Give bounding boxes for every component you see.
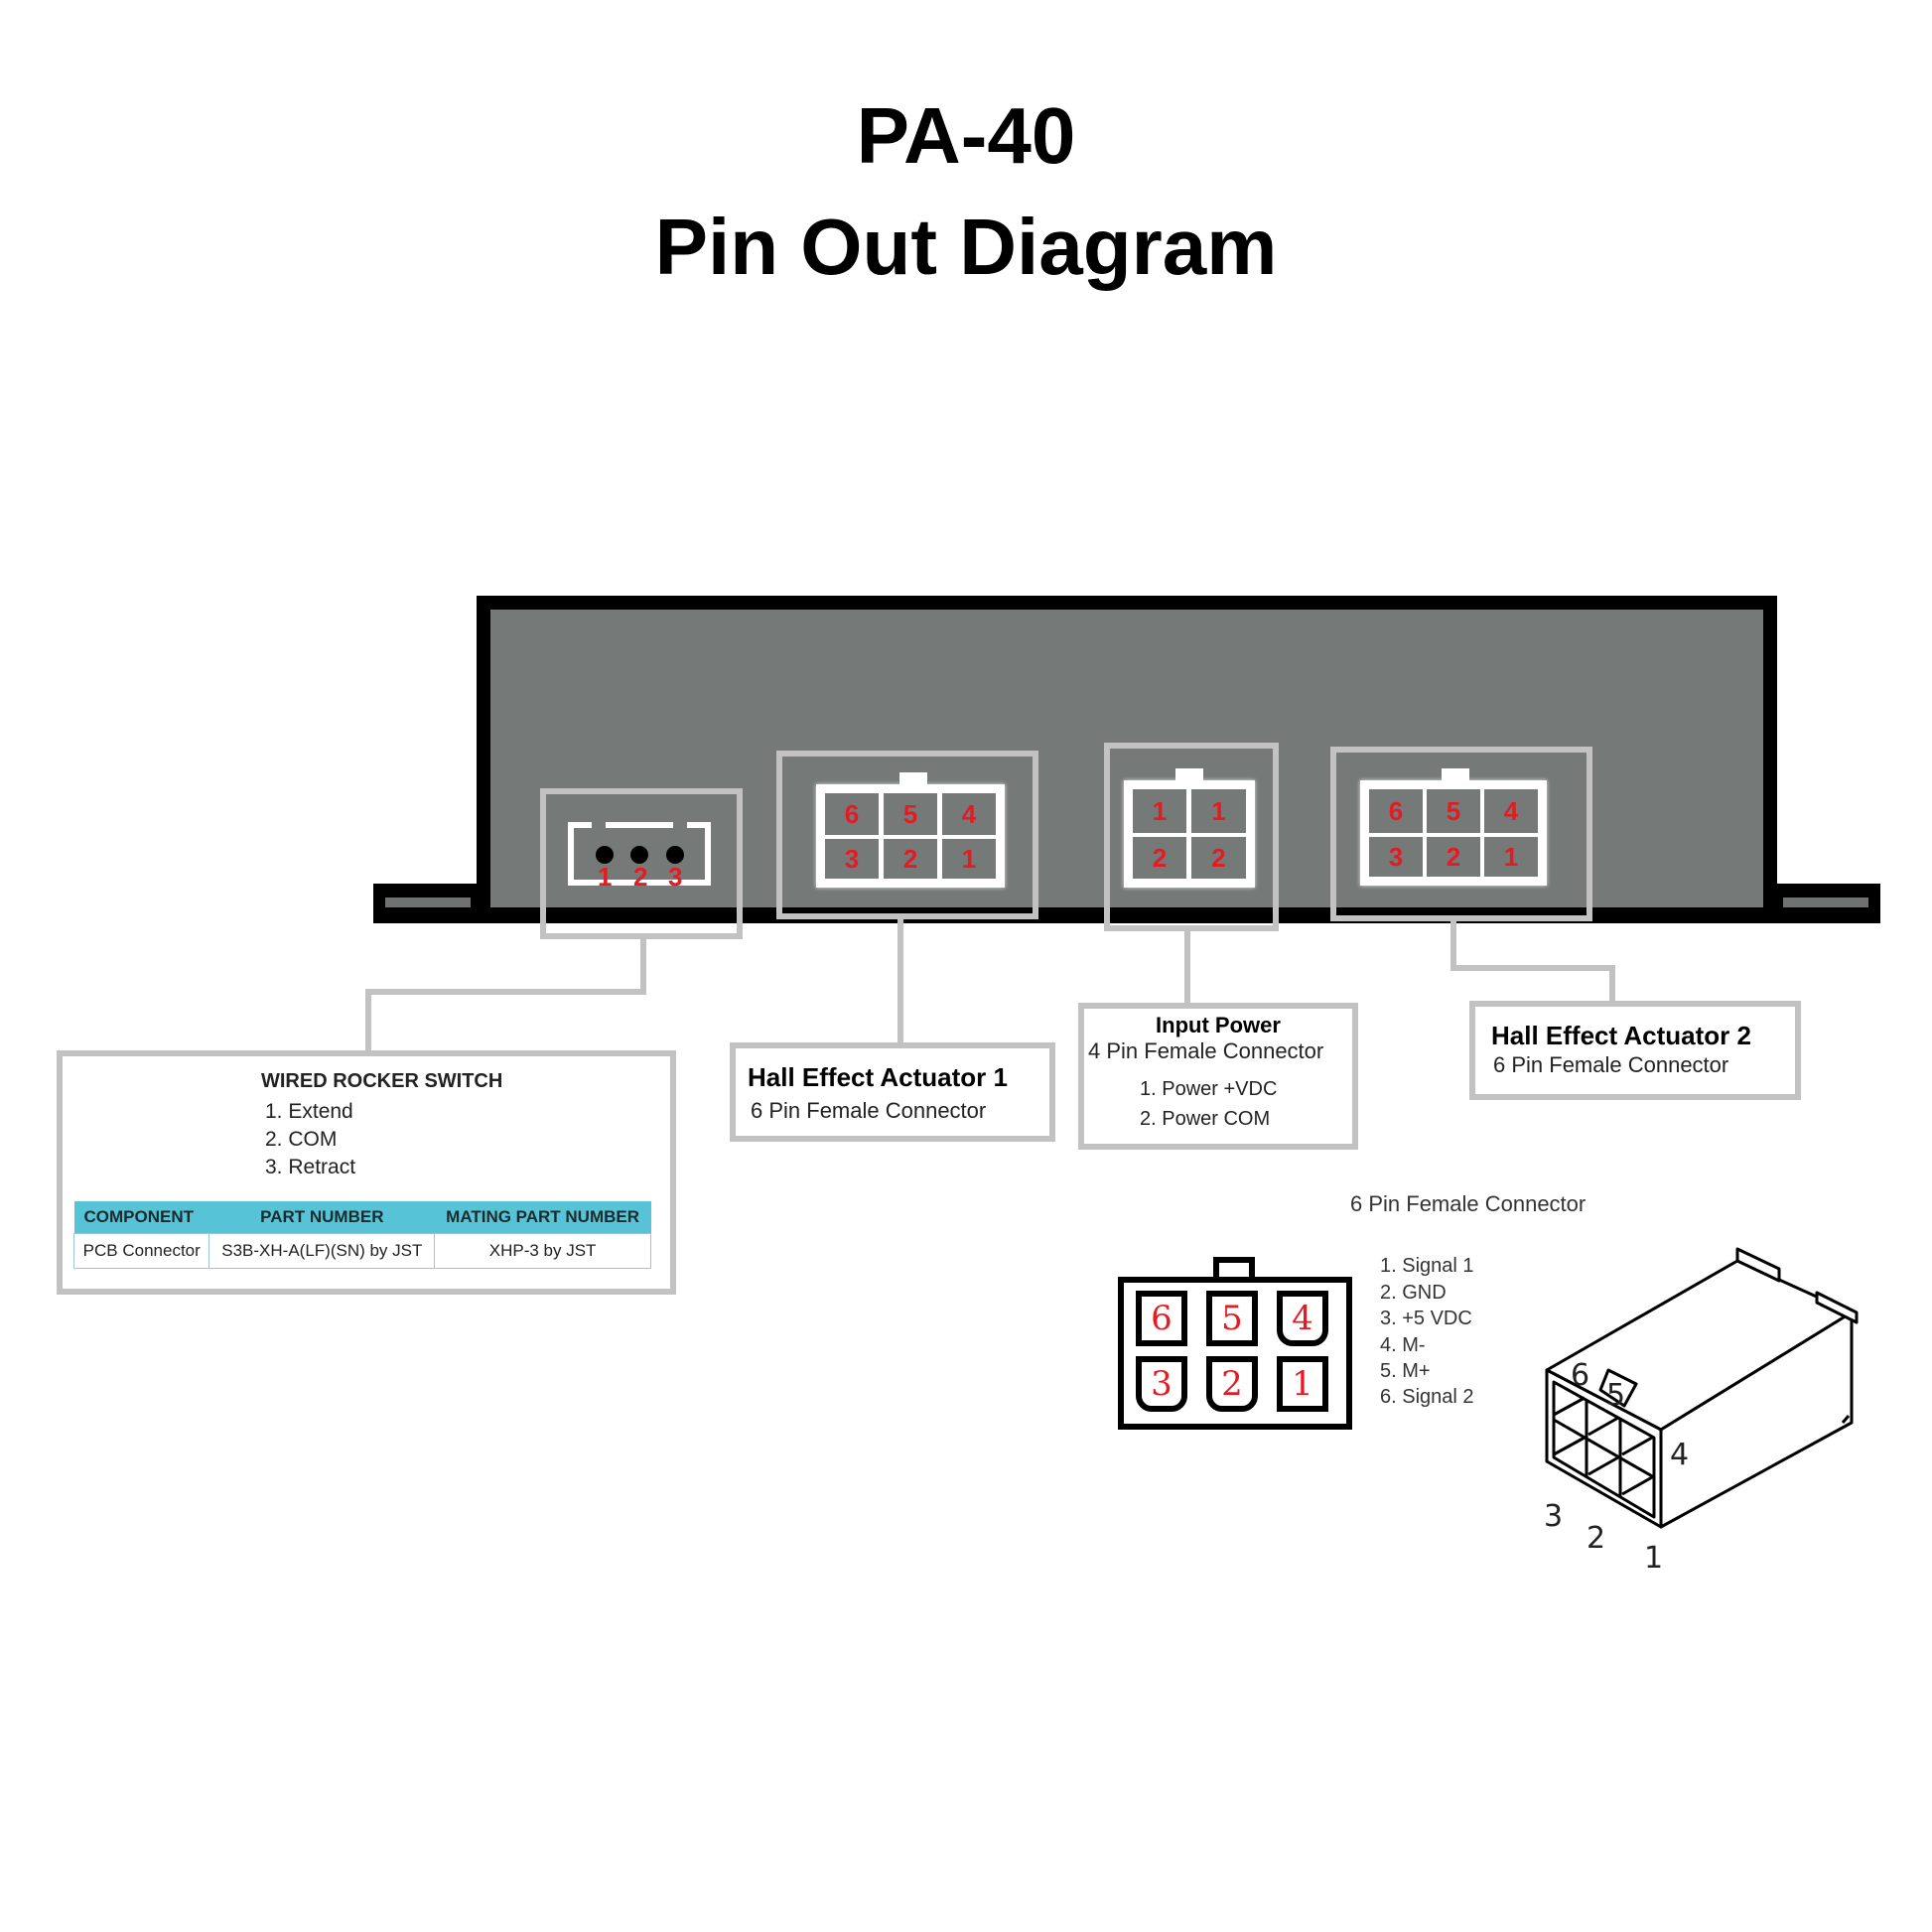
pin-cell: 6 bbox=[822, 790, 882, 838]
power-connector: 1 1 2 2 bbox=[1124, 768, 1255, 888]
table-cell: XHP-3 by JST bbox=[434, 1233, 651, 1269]
power-pin-item: 1. Power +VDC bbox=[1140, 1078, 1278, 1100]
iso-pin-label: 5 bbox=[1606, 1378, 1626, 1413]
leader-line-hall2 bbox=[1450, 921, 1456, 971]
iso-pin-label: 4 bbox=[1670, 1438, 1690, 1472]
table-cell: S3B-XH-A(LF)(SN) by JST bbox=[208, 1233, 436, 1269]
power-title: Input Power bbox=[1156, 1013, 1281, 1037]
table-row: PCB Connector S3B-XH-A(LF)(SN) by JST XH… bbox=[72, 1233, 651, 1269]
hall2-title: Hall Effect Actuator 2 bbox=[1491, 1021, 1751, 1050]
pin-label: 3 bbox=[668, 862, 683, 892]
pin-cell: 2 bbox=[881, 836, 940, 882]
table-header-row: COMPONENT PART NUMBER MATING PART NUMBER bbox=[73, 1201, 651, 1234]
pin-cell: 2 bbox=[1206, 1356, 1258, 1412]
hall1-title: Hall Effect Actuator 1 bbox=[748, 1062, 1008, 1092]
leader-line-rocker bbox=[365, 989, 646, 995]
pin-cell: 5 bbox=[1206, 1291, 1258, 1346]
rocker-pin-item: 3. Retract bbox=[265, 1156, 356, 1178]
pin-cell: 6 bbox=[1136, 1291, 1187, 1346]
pinout-item: 4. M- bbox=[1380, 1334, 1426, 1356]
hall1-label-box: Hall Effect Actuator 1 6 Pin Female Conn… bbox=[730, 1042, 1055, 1142]
pinout-item: 2. GND bbox=[1380, 1282, 1447, 1304]
hall2-connector: 6 5 4 3 2 1 bbox=[1360, 768, 1547, 886]
six-pin-detail-title: 6 Pin Female Connector bbox=[1350, 1191, 1587, 1216]
leader-line-rocker bbox=[640, 939, 646, 995]
pin-cell: 1 bbox=[1481, 834, 1541, 880]
isometric-connector-drawing bbox=[1545, 1247, 1859, 1529]
mounting-slot bbox=[1783, 897, 1868, 907]
leader-line-hall1 bbox=[897, 919, 903, 1046]
pin-label: 2 bbox=[633, 862, 648, 892]
pin-label: 1 bbox=[598, 862, 613, 892]
iso-pin-label: 3 bbox=[1544, 1499, 1564, 1534]
diagram-subtitle: Pin Out Diagram bbox=[654, 203, 1278, 291]
hall1-subtitle: 6 Pin Female Connector bbox=[751, 1098, 987, 1123]
iso-pin-label: 6 bbox=[1571, 1358, 1590, 1393]
model-title: PA-40 bbox=[856, 91, 1076, 180]
pin-cell: 3 bbox=[1366, 834, 1426, 880]
hall2-label-box: Hall Effect Actuator 2 6 Pin Female Conn… bbox=[1469, 1001, 1801, 1100]
mounting-flange-left bbox=[373, 884, 483, 923]
iso-pin-label: 1 bbox=[1644, 1541, 1664, 1576]
rocker-switch-title: WIRED ROCKER SWITCH bbox=[261, 1070, 503, 1092]
leader-line-hall2 bbox=[1609, 965, 1615, 1005]
power-pin-item: 2. Power COM bbox=[1140, 1108, 1271, 1130]
hall1-connector: 6 5 4 3 2 1 bbox=[816, 772, 1005, 888]
table-header-cell: PART NUMBER bbox=[208, 1201, 435, 1234]
rocker-pin-item: 2. COM bbox=[265, 1128, 338, 1151]
iso-pin-label: 2 bbox=[1587, 1521, 1606, 1556]
pinout-item: 3. +5 VDC bbox=[1380, 1308, 1472, 1329]
power-subtitle: 4 Pin Female Connector bbox=[1088, 1038, 1324, 1063]
mounting-slot bbox=[385, 897, 471, 907]
hall2-subtitle: 6 Pin Female Connector bbox=[1493, 1052, 1729, 1077]
pin-cell: 3 bbox=[1136, 1356, 1187, 1412]
pin-cell: 4 bbox=[939, 790, 999, 838]
pin-cell: 1 bbox=[1188, 786, 1249, 836]
pin-cell: 1 bbox=[1277, 1356, 1328, 1412]
rocker-pin-item: 1. Extend bbox=[265, 1100, 353, 1123]
pin-cell: 6 bbox=[1366, 786, 1426, 836]
pinout-item: 1. Signal 1 bbox=[1380, 1255, 1474, 1277]
pin-cell: 3 bbox=[822, 836, 882, 882]
pin-cell: 1 bbox=[1130, 786, 1189, 836]
leader-line-rocker bbox=[365, 989, 371, 1052]
leader-line-power bbox=[1184, 931, 1190, 1007]
power-label-box: Input Power 4 Pin Female Connector 1. Po… bbox=[1078, 1003, 1358, 1150]
table-header-cell: COMPONENT bbox=[73, 1201, 209, 1234]
pin-cell: 1 bbox=[939, 836, 999, 882]
leader-line-hall2 bbox=[1450, 965, 1615, 971]
pin-cell: 4 bbox=[1277, 1291, 1328, 1346]
table-cell: PCB Connector bbox=[72, 1233, 210, 1269]
pin-cell: 4 bbox=[1481, 786, 1541, 836]
pin-cell: 2 bbox=[1188, 834, 1249, 882]
connector-spec-table: COMPONENT PART NUMBER MATING PART NUMBER… bbox=[72, 1201, 651, 1269]
rocker-connector: 1 2 3 bbox=[568, 822, 711, 892]
pinout-item: 5. M+ bbox=[1380, 1360, 1431, 1382]
pinout-item: 6. Signal 2 bbox=[1380, 1386, 1474, 1408]
pin-cell: 5 bbox=[1424, 786, 1483, 836]
pin-cell: 2 bbox=[1424, 834, 1483, 880]
table-header-cell: MATING PART NUMBER bbox=[434, 1201, 651, 1234]
pin-cell: 2 bbox=[1130, 834, 1189, 882]
mounting-flange-right bbox=[1771, 884, 1880, 923]
pin-cell: 5 bbox=[881, 790, 940, 838]
